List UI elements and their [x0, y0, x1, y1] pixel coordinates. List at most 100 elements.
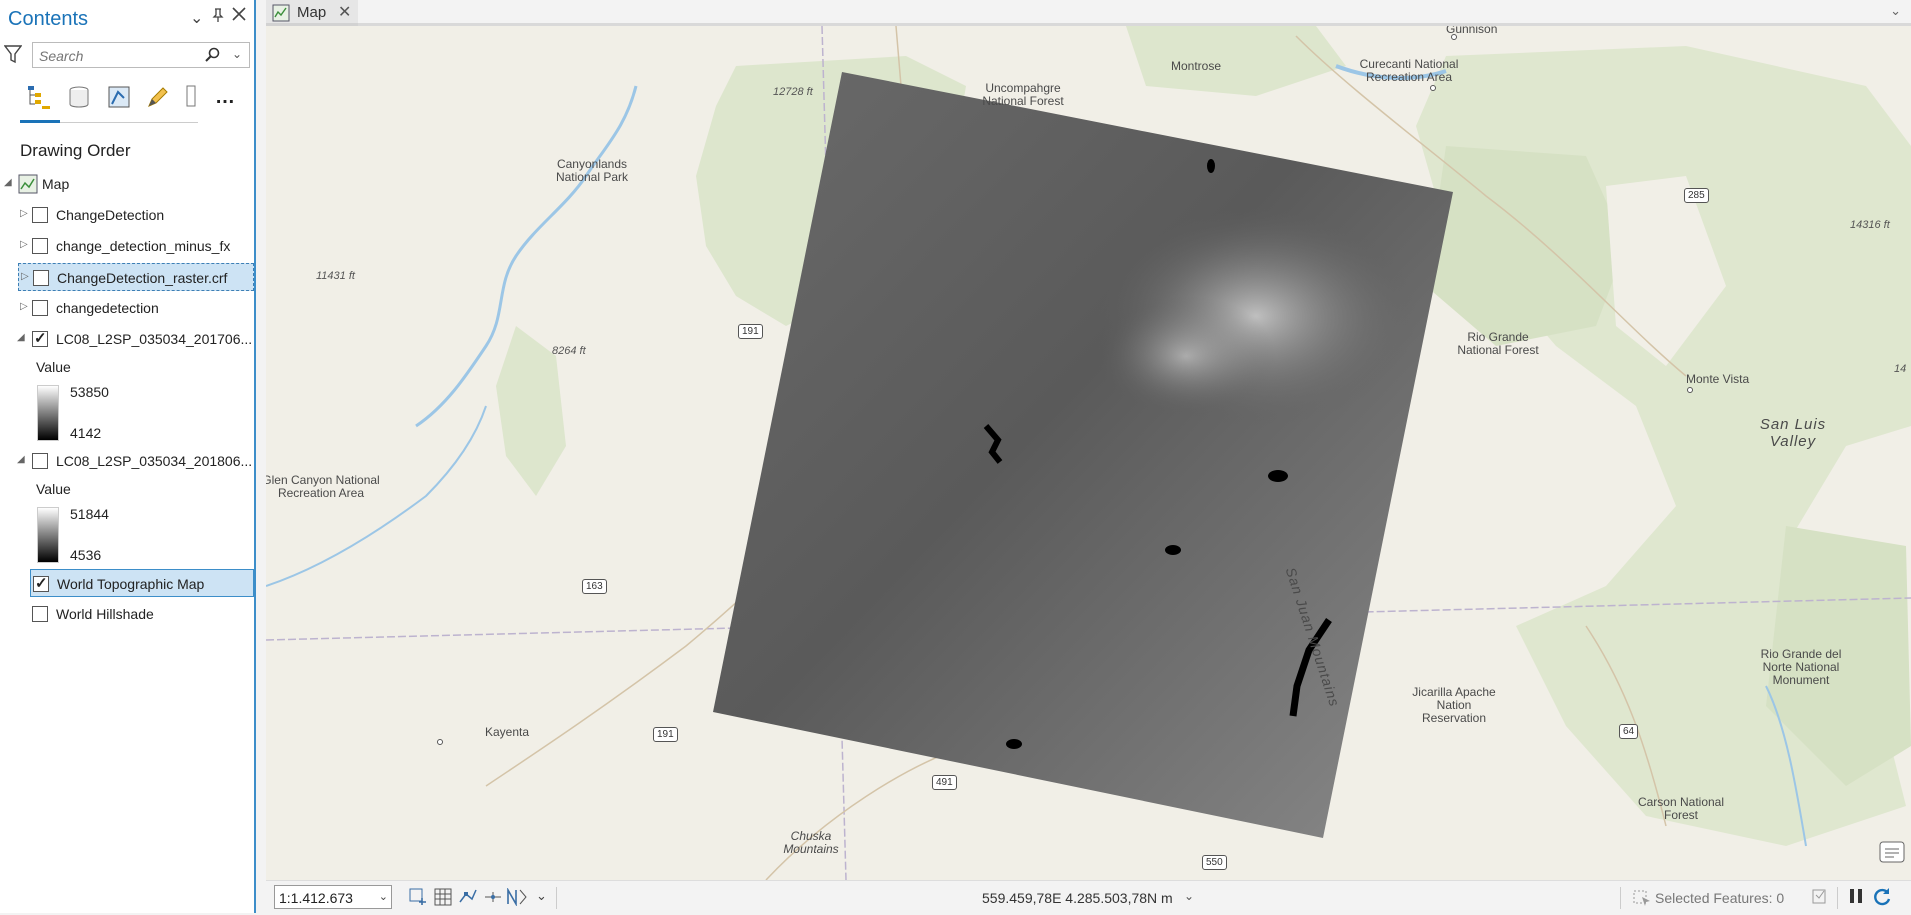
layer-visibility-checkbox[interactable]: [32, 329, 48, 347]
list-by-snapping-icon[interactable]: [176, 82, 206, 112]
navigation-chevron-icon[interactable]: ⌄: [536, 888, 547, 904]
map-place-label: Curecanti National Recreation Area: [1359, 57, 1459, 84]
divider: [556, 887, 557, 909]
legend-title: Value: [36, 481, 71, 497]
add-to-map-icon[interactable]: [409, 888, 427, 909]
list-by-editing-icon[interactable]: [143, 82, 173, 112]
close-pane-icon[interactable]: [232, 7, 246, 26]
list-by-selection-icon[interactable]: [104, 82, 134, 112]
legend-min-value: 4536: [70, 547, 102, 563]
tab-list-chevron-icon[interactable]: ⌄: [1890, 3, 1901, 19]
layer-name: LC08_L2SP_035034_201806...: [56, 453, 253, 469]
coordinates-readout: 559.459,78E 4.285.503,78N m: [982, 890, 1173, 906]
map-place-label: Kayenta: [485, 725, 530, 739]
coordinate-format-chevron-icon[interactable]: ⌄: [1184, 889, 1194, 903]
legend-max-value: 53850: [70, 384, 109, 400]
list-by-drawing-order-icon[interactable]: [24, 82, 54, 112]
collapse-arrow-icon[interactable]: ◢: [4, 177, 12, 188]
layer-row[interactable]: ▷ change_detection_minus_fx: [0, 232, 254, 260]
map-view[interactable]: Gunnison Montrose Curecanti National Rec…: [266, 26, 1911, 880]
layer-visibility-checkbox[interactable]: [32, 207, 48, 223]
search-box[interactable]: ⌄: [32, 42, 250, 68]
map-icon: [18, 174, 38, 197]
elevation-label: 14: [1894, 363, 1907, 375]
expand-arrow-icon[interactable]: ▷: [20, 239, 28, 250]
stretch-color-ramp: [37, 507, 59, 563]
divider: [1620, 887, 1621, 909]
route-shield: 191: [653, 727, 678, 742]
map-place-label: Rio Grande del Norte National Monument: [1760, 647, 1842, 687]
layer-row-selected[interactable]: ▷ ChangeDetection_raster.crf: [18, 263, 254, 291]
expand-arrow-icon[interactable]: ▷: [20, 301, 28, 312]
close-tab-icon[interactable]: ✕: [338, 2, 351, 22]
layer-visibility-checkbox[interactable]: [32, 300, 48, 316]
map-label: Map: [42, 176, 70, 192]
constraints-icon[interactable]: [484, 888, 502, 909]
selection-icon: [1632, 887, 1652, 912]
map-place-label: Gunnison: [1446, 26, 1498, 36]
collapse-arrow-icon[interactable]: ◢: [17, 332, 25, 343]
map-icon: [272, 4, 290, 27]
pane-menu-chevron-icon[interactable]: ⌄: [190, 8, 203, 28]
search-options-chevron-icon[interactable]: ⌄: [232, 47, 242, 61]
list-by-source-icon[interactable]: [64, 82, 94, 112]
route-shield: 64: [1619, 724, 1639, 739]
layer-name: change_detection_minus_fx: [56, 238, 231, 254]
expand-arrow-icon[interactable]: ▷: [21, 271, 29, 282]
pin-icon[interactable]: [212, 8, 224, 27]
map-place-label: Carson National Forest: [1637, 795, 1725, 822]
contents-pane: Contents ⌄ ⌄ … Drawing Order ◢: [0, 0, 256, 913]
route-shield: 163: [582, 579, 607, 594]
layer-row[interactable]: ◢ LC08_L2SP_035034_201806...: [0, 447, 254, 475]
layer-name: ChangeDetection_raster.crf: [57, 270, 228, 286]
map-node[interactable]: ◢ Map: [0, 170, 254, 198]
basemap: [266, 26, 1911, 880]
north-arrow-icon[interactable]: [506, 886, 528, 909]
layer-visibility-checkbox[interactable]: [33, 574, 49, 592]
route-shield: 285: [1684, 188, 1709, 203]
snapping-icon[interactable]: [458, 888, 478, 909]
stretch-color-ramp: [37, 385, 59, 441]
pause-drawing-icon[interactable]: [1848, 887, 1864, 910]
layer-row[interactable]: ◢ LC08_L2SP_035034_201706...: [0, 325, 254, 353]
layer-row[interactable]: ▷ changedetection: [0, 294, 254, 322]
map-place-label: Chuska Mountains: [783, 829, 839, 856]
layer-row[interactable]: World Hillshade: [0, 600, 254, 628]
legend-min-value: 4142: [70, 425, 102, 441]
filter-icon[interactable]: [3, 44, 23, 69]
attribution-icon[interactable]: [1879, 841, 1905, 868]
search-icon[interactable]: [205, 47, 221, 68]
collapse-arrow-icon[interactable]: ◢: [17, 454, 25, 465]
tab-label: Map: [297, 4, 327, 21]
layer-row[interactable]: ▷ ChangeDetection: [0, 201, 254, 229]
selected-features-count[interactable]: Selected Features: 0: [1655, 890, 1784, 906]
clear-selection-icon[interactable]: [1811, 887, 1827, 910]
refresh-icon[interactable]: [1872, 887, 1892, 912]
search-input[interactable]: [37, 46, 201, 66]
layer-row-selected[interactable]: World Topographic Map: [30, 569, 254, 597]
layer-visibility-checkbox[interactable]: [32, 238, 48, 254]
expand-arrow-icon[interactable]: ▷: [20, 208, 28, 219]
tab-map[interactable]: Map ✕: [266, 0, 358, 26]
grid-icon[interactable]: [434, 888, 452, 909]
pane-title: Contents: [8, 8, 89, 30]
scale-value: 1:1.412.673: [279, 890, 353, 906]
map-place-label: Monte Vista: [1686, 372, 1750, 386]
route-shield: 491: [932, 775, 957, 790]
status-bar: 1:1.412.673 ⌄ ⌄ 559.459,78E 4.285.503,78…: [266, 880, 1911, 915]
elevation-label: 14316 ft: [1850, 219, 1890, 231]
layer-visibility-checkbox[interactable]: [32, 453, 48, 469]
layer-visibility-checkbox[interactable]: [33, 270, 49, 286]
map-place-label: San Luis Valley: [1759, 416, 1827, 450]
map-place-label: Montrose: [1171, 59, 1222, 73]
legend-title: Value: [36, 359, 71, 375]
route-shield: 550: [1202, 855, 1227, 870]
more-options-icon[interactable]: …: [210, 82, 240, 112]
scale-selector[interactable]: 1:1.412.673 ⌄: [274, 885, 392, 909]
layer-visibility-checkbox[interactable]: [32, 606, 48, 622]
scale-chevron-icon[interactable]: ⌄: [379, 890, 388, 903]
elevation-label: 12728 ft: [773, 86, 813, 98]
layer-name: changedetection: [56, 300, 159, 316]
map-place-label: Uncompahgre National Forest: [982, 81, 1064, 108]
active-view-indicator: [20, 120, 60, 123]
